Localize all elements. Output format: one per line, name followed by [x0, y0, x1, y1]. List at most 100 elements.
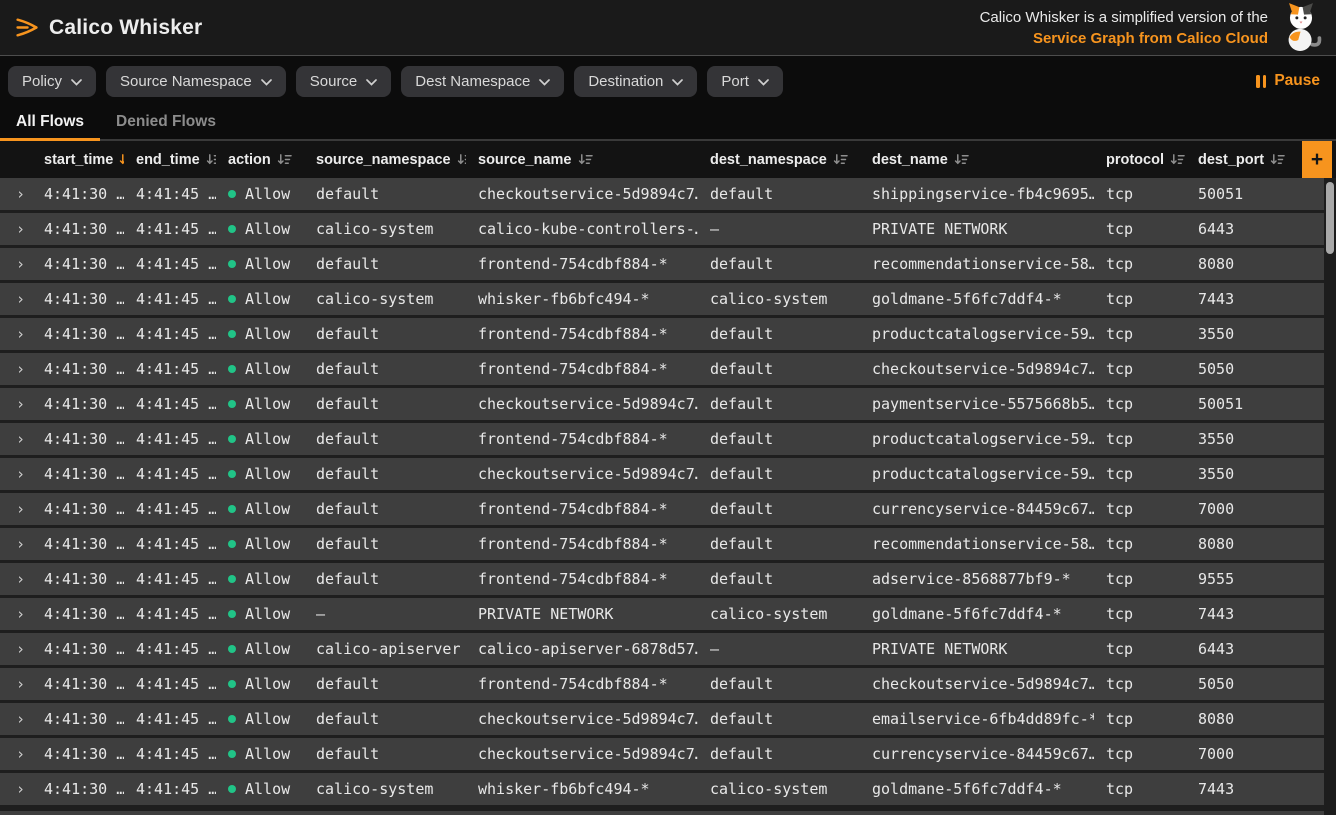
flow-row[interactable]: › 4:41:30 … 4:41:45 … Allow default chec…: [0, 388, 1336, 423]
cell-source-namespace: default: [304, 738, 466, 770]
brand: Calico Whisker: [14, 14, 202, 41]
allow-status-dot: [228, 225, 236, 233]
tab[interactable]: Denied Flows: [100, 106, 232, 141]
cell-action: Allow: [216, 423, 304, 455]
column-header-label: protocol: [1106, 152, 1164, 168]
cell-end-time: 4:41:45 …: [124, 493, 216, 525]
column-header[interactable]: action: [216, 141, 304, 178]
row-expander[interactable]: ›: [0, 563, 32, 595]
cell-source-name: frontend-754cdbf884-*: [466, 528, 698, 560]
row-expander[interactable]: ›: [0, 423, 32, 455]
row-expander[interactable]: ›: [0, 283, 32, 315]
filter-dropdown-button[interactable]: Dest Namespace: [401, 66, 564, 97]
row-expander[interactable]: ›: [0, 703, 32, 735]
filter-dropdown-button[interactable]: Policy: [8, 66, 96, 97]
cell-end-time: 4:41:45 …: [124, 703, 216, 735]
flow-row[interactable]: › 4:41:30 … 4:41:45 … Allow default chec…: [0, 703, 1336, 738]
flow-row[interactable]: › 4:41:30 … 4:41:45 … Allow default fron…: [0, 248, 1336, 283]
service-graph-link[interactable]: Service Graph from Calico Cloud: [1033, 28, 1268, 49]
column-header[interactable]: source_namespace: [304, 141, 466, 178]
row-expander[interactable]: ›: [0, 668, 32, 700]
vertical-scrollbar[interactable]: [1324, 178, 1336, 815]
flow-row[interactable]: › 4:41:30 … 4:41:45 … Allow default fron…: [0, 353, 1336, 388]
cell-start-time: 4:41:30 …: [32, 528, 124, 560]
sort-icon: [457, 153, 466, 166]
row-expander[interactable]: ›: [0, 528, 32, 560]
chevron-down-icon: [539, 79, 550, 86]
cell-dest-namespace: calico-system: [698, 283, 860, 315]
column-header-label: start_time: [44, 152, 113, 168]
tab[interactable]: All Flows: [0, 106, 100, 141]
flow-row[interactable]: › 4:41:30 … 4:41:45 … Allow default chec…: [0, 178, 1336, 213]
flows-table: start_time end_time action: [0, 141, 1336, 815]
cell-protocol: tcp: [1094, 283, 1186, 315]
flow-row[interactable]: › 4:41:30 … 4:41:45 … Allow default chec…: [0, 458, 1336, 493]
cell-source-namespace: default: [304, 528, 466, 560]
cell-end-time: 4:41:45 …: [124, 458, 216, 490]
column-header[interactable]: dest_namespace: [698, 141, 860, 178]
flow-row[interactable]: › 4:41:30 … 4:41:45 … Allow default chec…: [0, 738, 1336, 773]
table-header: start_time end_time action: [0, 141, 1336, 178]
add-column-button[interactable]: +: [1302, 141, 1332, 178]
table-body: › 4:41:30 … 4:41:45 … Allow default chec…: [0, 178, 1336, 815]
cell-action: Allow: [216, 668, 304, 700]
row-expander[interactable]: ›: [0, 388, 32, 420]
cell-start-time: 4:41:30 …: [32, 283, 124, 315]
flow-row[interactable]: › 4:41:30 … 4:41:45 … Allow calico-syste…: [0, 283, 1336, 318]
row-expander[interactable]: ›: [0, 493, 32, 525]
row-expander[interactable]: ›: [0, 738, 32, 770]
flow-row[interactable]: › 4:41:30 … 4:41:45 … Allow default fron…: [0, 493, 1336, 528]
cell-dest-name: checkoutservice-5d9894c7…: [860, 353, 1094, 385]
column-header[interactable]: end_time: [124, 141, 216, 178]
row-expander[interactable]: ›: [0, 213, 32, 245]
row-expander[interactable]: ›: [0, 248, 32, 280]
cell-protocol: tcp: [1094, 528, 1186, 560]
app-header: Calico Whisker Calico Whisker is a simpl…: [0, 0, 1336, 56]
chevron-right-icon: ›: [16, 220, 25, 238]
filter-dropdown-button[interactable]: Destination: [574, 66, 697, 97]
cell-action: Allow: [216, 528, 304, 560]
flow-row[interactable]: › 4:41:30 … 4:41:45 … Allow default fron…: [0, 423, 1336, 458]
row-expander[interactable]: ›: [0, 178, 32, 210]
cell-source-name: checkoutservice-5d9894c7…: [466, 388, 698, 420]
sort-icon: [1170, 153, 1185, 166]
column-header[interactable]: dest_name: [860, 141, 1094, 178]
allow-status-dot: [228, 505, 236, 513]
row-expander[interactable]: ›: [0, 633, 32, 665]
allow-status-dot: [228, 260, 236, 268]
cell-source-namespace: –: [304, 598, 466, 630]
cell-protocol: tcp: [1094, 703, 1186, 735]
column-header[interactable]: source_name: [466, 141, 698, 178]
cell-source-name: frontend-754cdbf884-*: [466, 668, 698, 700]
row-expander[interactable]: ›: [0, 458, 32, 490]
flow-row[interactable]: › 4:41:30 … 4:41:45 … Allow default fron…: [0, 528, 1336, 563]
pause-button[interactable]: Pause: [1256, 72, 1320, 90]
row-expander[interactable]: ›: [0, 318, 32, 350]
cell-end-time: 4:41:45 …: [124, 738, 216, 770]
filter-dropdown-button[interactable]: Port: [707, 66, 783, 97]
flow-row[interactable]: › 4:41:30 … 4:41:45 … Allow – PRIVATE NE…: [0, 598, 1336, 633]
row-expander[interactable]: ›: [0, 773, 32, 805]
filter-label: Policy: [22, 73, 62, 90]
action-label: Allow: [245, 640, 290, 658]
row-expander[interactable]: ›: [0, 353, 32, 385]
cell-start-time: 4:41:30 …: [32, 773, 124, 805]
cell-action: Allow: [216, 738, 304, 770]
chevron-right-icon: ›: [16, 710, 25, 728]
column-header[interactable]: protocol: [1094, 141, 1186, 178]
flow-row[interactable]: › 4:41:30 … 4:41:45 … Allow calico-syste…: [0, 773, 1336, 808]
flow-row[interactable]: › 4:41:30 … 4:41:45 … Allow calico-syste…: [0, 213, 1336, 248]
column-header[interactable]: start_time: [32, 141, 124, 178]
flow-row[interactable]: › 4:41:30 … 4:41:45 … Allow default fron…: [0, 318, 1336, 353]
cell-dest-port: 7443: [1186, 283, 1336, 315]
flow-row[interactable]: › 4:41:30 … 4:41:45 … Allow default fron…: [0, 668, 1336, 703]
flow-row[interactable]: › 4:41:30 … 4:41:45 … Allow calico-apise…: [0, 633, 1336, 668]
scrollbar-thumb[interactable]: [1326, 182, 1334, 254]
filter-label: Source: [310, 73, 358, 90]
cell-end-time: 4:41:45 …: [124, 528, 216, 560]
filter-dropdown-button[interactable]: Source Namespace: [106, 66, 286, 97]
row-expander[interactable]: ›: [0, 598, 32, 630]
flow-row[interactable]: › 4:41:30 … 4:41:45 … Allow default fron…: [0, 563, 1336, 598]
filter-dropdown-button[interactable]: Source: [296, 66, 392, 97]
cell-start-time: 4:41:30 …: [32, 668, 124, 700]
